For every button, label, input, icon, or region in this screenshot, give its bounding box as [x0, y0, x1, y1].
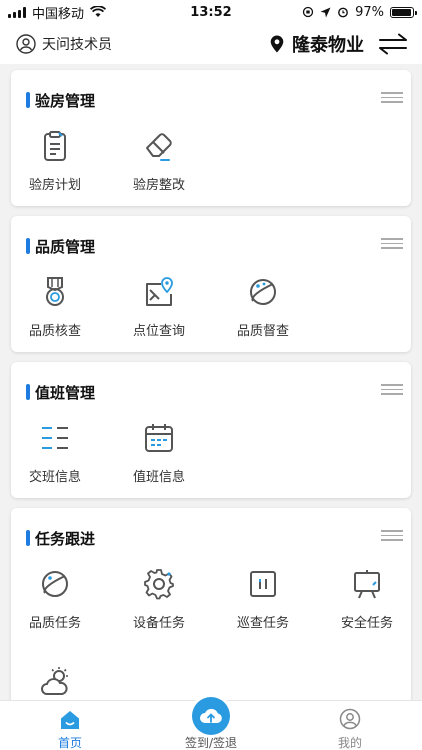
tile-patrol-task[interactable]: 巡查任务	[219, 568, 319, 658]
user-circle-icon	[16, 34, 36, 54]
weather-icon	[41, 667, 68, 695]
status-bar: 中国移动 13:52 97%	[0, 0, 422, 24]
wifi-icon	[90, 6, 107, 17]
pause-box-icon	[250, 571, 276, 597]
user-badge[interactable]: 天问技术员	[16, 34, 112, 54]
tile-equipment-task[interactable]: 设备任务	[115, 568, 215, 658]
battery-percent: 97%	[355, 4, 384, 20]
section-title: 任务跟进	[35, 530, 96, 548]
section-quality-management: 品质管理 品质核查 点位查询 品质督查	[11, 216, 411, 352]
section-accent-bar	[26, 238, 30, 254]
tile-label: 品质任务	[28, 616, 81, 631]
tile-weather-task[interactable]	[11, 666, 111, 700]
section-accent-bar	[26, 530, 30, 546]
orientation-lock-icon	[302, 6, 314, 18]
tab-label: 我的	[337, 736, 362, 750]
medal-icon	[46, 277, 64, 306]
section-house-inspection: 验房管理 验房计划 验房整改	[11, 70, 411, 206]
tab-profile[interactable]: 我的	[300, 701, 400, 750]
signal-icon	[8, 6, 26, 18]
location-arrow-icon	[320, 7, 331, 17]
drag-handle-icon[interactable]	[381, 530, 403, 542]
section-title: 值班管理	[35, 384, 96, 402]
tile-label: 点位查询	[132, 324, 185, 339]
drag-handle-icon[interactable]	[381, 384, 403, 396]
eraser-icon	[146, 133, 172, 161]
tile-duty-info[interactable]: 值班信息	[115, 422, 215, 512]
home-icon	[61, 711, 79, 729]
calendar-icon	[145, 424, 173, 452]
planet-icon	[42, 571, 68, 597]
alarm-icon	[338, 7, 348, 18]
section-task-followup: 任务跟进 品质任务 设备任务 巡查任务 安全任务	[11, 508, 411, 700]
tab-home[interactable]: 首页	[20, 701, 120, 750]
battery-icon	[390, 6, 417, 18]
tile-label: 巡查任务	[236, 616, 289, 631]
tile-label: 设备任务	[132, 616, 185, 631]
tile-label: 品质督查	[236, 324, 289, 339]
tile-inspection-rectify[interactable]: 验房整改	[115, 130, 215, 220]
tile-inspection-plan[interactable]: 验房计划	[11, 130, 111, 220]
map-pin-icon	[146, 277, 173, 306]
tile-point-query[interactable]: 点位查询	[115, 276, 215, 366]
tile-shift-handover[interactable]: 交班信息	[11, 422, 111, 512]
section-title: 验房管理	[35, 92, 96, 110]
tile-label: 安全任务	[340, 616, 393, 631]
switch-arrows-icon[interactable]	[378, 33, 408, 55]
user-name: 天问技术员	[42, 37, 112, 53]
drag-handle-icon[interactable]	[381, 92, 403, 104]
checkin-fab[interactable]	[189, 694, 233, 738]
tile-label: 验房计划	[28, 178, 81, 193]
section-title: 品质管理	[35, 238, 96, 256]
tile-safety-task[interactable]: 安全任务	[323, 568, 422, 658]
user-icon	[339, 708, 361, 730]
easel-icon	[354, 570, 380, 599]
tile-quality-check[interactable]: 品质核查	[11, 276, 111, 366]
list-icon	[42, 427, 68, 449]
tile-label: 值班信息	[132, 470, 185, 485]
section-accent-bar	[26, 384, 30, 400]
gear-icon	[144, 569, 174, 600]
tab-label: 首页	[57, 736, 82, 750]
section-accent-bar	[26, 92, 30, 108]
cloud-upload-icon	[200, 708, 222, 724]
tile-quality-task[interactable]: 品质任务	[11, 568, 111, 658]
clipboard-icon	[44, 131, 66, 161]
tile-label: 验房整改	[132, 178, 185, 193]
main-content[interactable]: 验房管理 验房计划 验房整改 品质管理 品质核查 点位查询 品质督查 值班管理 …	[0, 64, 422, 700]
map-marker-icon	[270, 35, 284, 53]
planet-icon	[250, 279, 276, 305]
location-name[interactable]: 隆泰物业	[292, 31, 364, 57]
tile-quality-supervision[interactable]: 品质督查	[219, 276, 319, 366]
app-header: 天问技术员 隆泰物业	[0, 24, 422, 64]
drag-handle-icon[interactable]	[381, 238, 403, 250]
tile-label: 交班信息	[28, 470, 81, 485]
carrier-label: 中国移动	[32, 6, 85, 22]
tile-label: 品质核查	[28, 324, 81, 339]
section-duty-management: 值班管理 交班信息 值班信息	[11, 362, 411, 498]
